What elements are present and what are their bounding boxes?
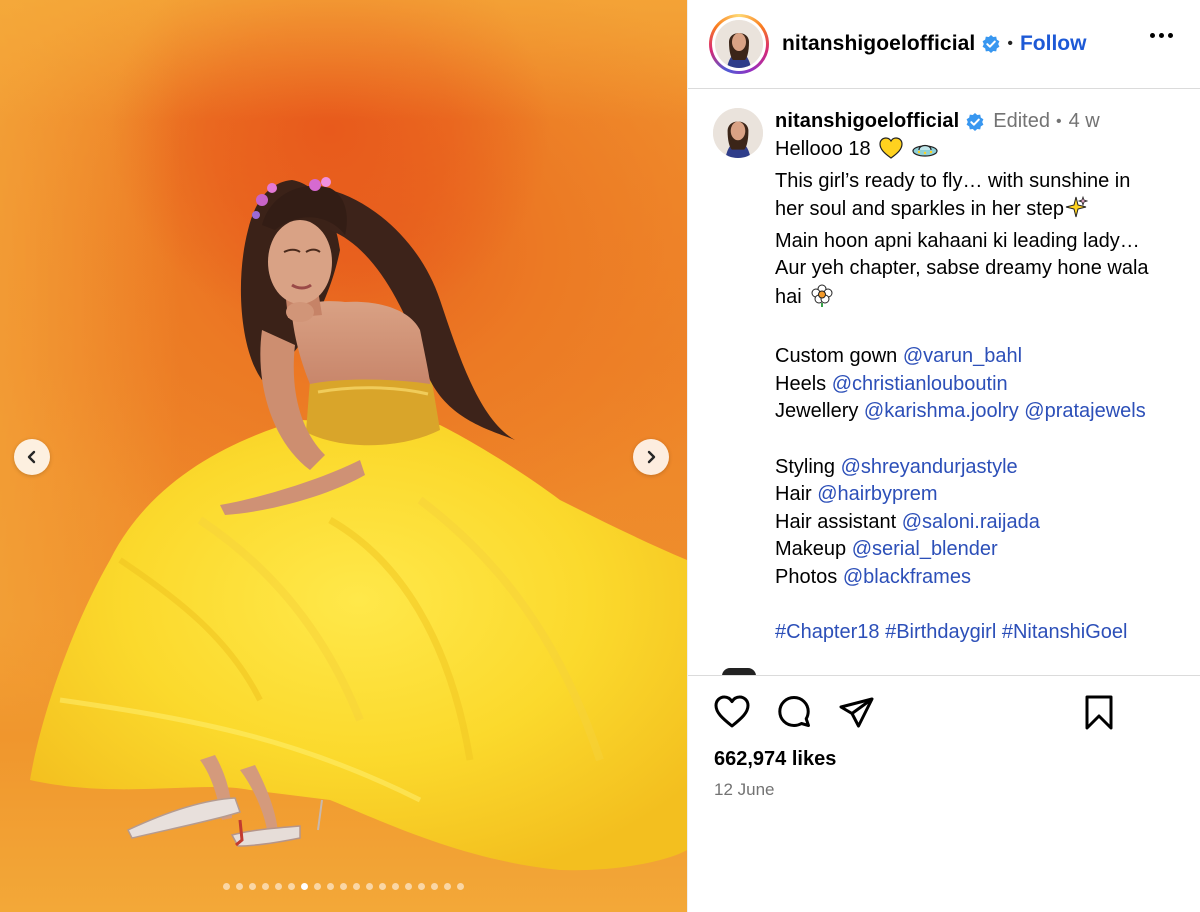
mention-link[interactable]: @blackframes [843, 566, 971, 588]
mention-link[interactable]: @varun_bahl [903, 345, 1022, 367]
more-options-icon[interactable] [1150, 33, 1173, 38]
save-button[interactable] [1084, 694, 1114, 732]
send-icon [839, 697, 874, 728]
credit-line: Photos @blackframes [775, 565, 971, 588]
mention-link[interactable]: @shreyandurjastyle [841, 456, 1018, 478]
carousel-dot [301, 883, 308, 890]
hashtag-link[interactable]: #Birthdaygirl [885, 621, 996, 643]
credit-line: Hair assistant @saloni.raijada [775, 510, 1040, 533]
chevron-right-icon [647, 450, 656, 464]
carousel-prev-button[interactable] [14, 439, 50, 475]
post-photo [30, 177, 687, 871]
carousel-dot [405, 883, 412, 890]
yellow-heart-emoji-icon [879, 137, 903, 168]
bookmark-icon [1085, 695, 1113, 730]
verified-badge-icon [965, 112, 985, 132]
flower-emoji-icon [810, 283, 834, 316]
chevron-left-icon [27, 450, 36, 464]
carousel-dot [431, 883, 438, 890]
carousel-dot [236, 883, 243, 890]
separator-dot: • [1055, 113, 1062, 131]
mention-link[interactable]: @christianlouboutin [832, 373, 1008, 395]
mention-link[interactable]: @hairbyprem [817, 483, 937, 505]
avatar [715, 20, 763, 68]
carousel-dot [444, 883, 451, 890]
carousel-dot [379, 883, 386, 890]
credit-line: Styling @shreyandurjastyle [775, 455, 1018, 478]
carousel-dot [249, 883, 256, 890]
carousel-dot [327, 883, 334, 890]
caption-line: Hellooo 18 [775, 136, 1185, 168]
mention-link[interactable]: @pratajewels [1024, 400, 1145, 422]
carousel-indicator [0, 883, 687, 890]
separator-dot: • [1007, 35, 1013, 52]
caption-avatar[interactable] [713, 108, 763, 158]
credit-line: Heels @christianlouboutin [775, 372, 1008, 395]
caption-line: Aur yeh chapter, sabse dreamy hone wala [775, 257, 1149, 280]
carousel-dot [457, 883, 464, 890]
carousel-dot [353, 883, 360, 890]
action-bar [688, 694, 1200, 738]
carousel-dot [418, 883, 425, 890]
header-username-link[interactable]: nitanshigoelofficial [782, 32, 975, 56]
caption-section: nitanshigoelofficial Edited • 4 w Helloo… [688, 90, 1200, 675]
post-sidebar: nitanshigoelofficial • Follow nitanshigo… [687, 0, 1200, 912]
heart-icon [714, 695, 750, 728]
comment-button[interactable] [775, 694, 813, 732]
divider [688, 675, 1200, 676]
carousel-dot [314, 883, 321, 890]
story-ring[interactable] [709, 14, 769, 74]
share-button[interactable] [838, 694, 876, 732]
like-button[interactable] [713, 694, 751, 730]
carousel-dot [288, 883, 295, 890]
mention-link[interactable]: @saloni.raijada [902, 511, 1040, 533]
credit-line: Jewellery @karishma.joolry @pratajewels [775, 400, 1146, 423]
mention-link[interactable]: @serial_blender [852, 538, 998, 560]
post-header: nitanshigoelofficial • Follow [688, 0, 1200, 89]
carousel-dot [262, 883, 269, 890]
sparkles-emoji-icon [1064, 195, 1089, 228]
hashtag-link[interactable]: #NitanshiGoel [1002, 621, 1128, 643]
hashtag-link[interactable]: #Chapter18 [775, 621, 880, 643]
caption-header: nitanshigoelofficial Edited • 4 w [775, 108, 1185, 136]
caption-username-link[interactable]: nitanshigoelofficial [775, 108, 959, 136]
mention-link[interactable]: @karishma.joolry [864, 400, 1019, 422]
verified-badge-icon [981, 34, 1001, 54]
post-age[interactable]: 4 w [1069, 108, 1100, 136]
caption-line: her soul and sparkles in her step [775, 195, 1185, 228]
comment-icon [778, 696, 810, 727]
carousel-dot [223, 883, 230, 890]
carousel-dot [392, 883, 399, 890]
credit-line: Makeup @serial_blender [775, 538, 998, 561]
caption-line: Main hoon apni kahaani ki leading lady… [775, 229, 1140, 252]
post-media [0, 0, 687, 912]
hashtag-line: #Chapter18 #Birthdaygirl #NitanshiGoel [775, 619, 1185, 647]
likes-count[interactable]: 662,974 likes [714, 748, 836, 771]
credit-line: Custom gown @varun_bahl [775, 345, 1023, 368]
caption-line: This girl’s ready to fly… with sunshine … [775, 169, 1131, 192]
caption-line: hai [775, 283, 1185, 316]
carousel-next-button[interactable] [633, 439, 669, 475]
carousel-dot [340, 883, 347, 890]
flying-saucer-emoji-icon [912, 139, 938, 168]
post-date[interactable]: 12 June [714, 780, 775, 800]
carousel-dot [275, 883, 282, 890]
edited-label: Edited [993, 110, 1050, 133]
follow-button[interactable]: Follow [1020, 32, 1087, 56]
credit-line: Hair @hairbyprem [775, 483, 938, 506]
caption-text: nitanshigoelofficial Edited • 4 w Helloo… [775, 108, 1185, 647]
carousel-dot [366, 883, 373, 890]
